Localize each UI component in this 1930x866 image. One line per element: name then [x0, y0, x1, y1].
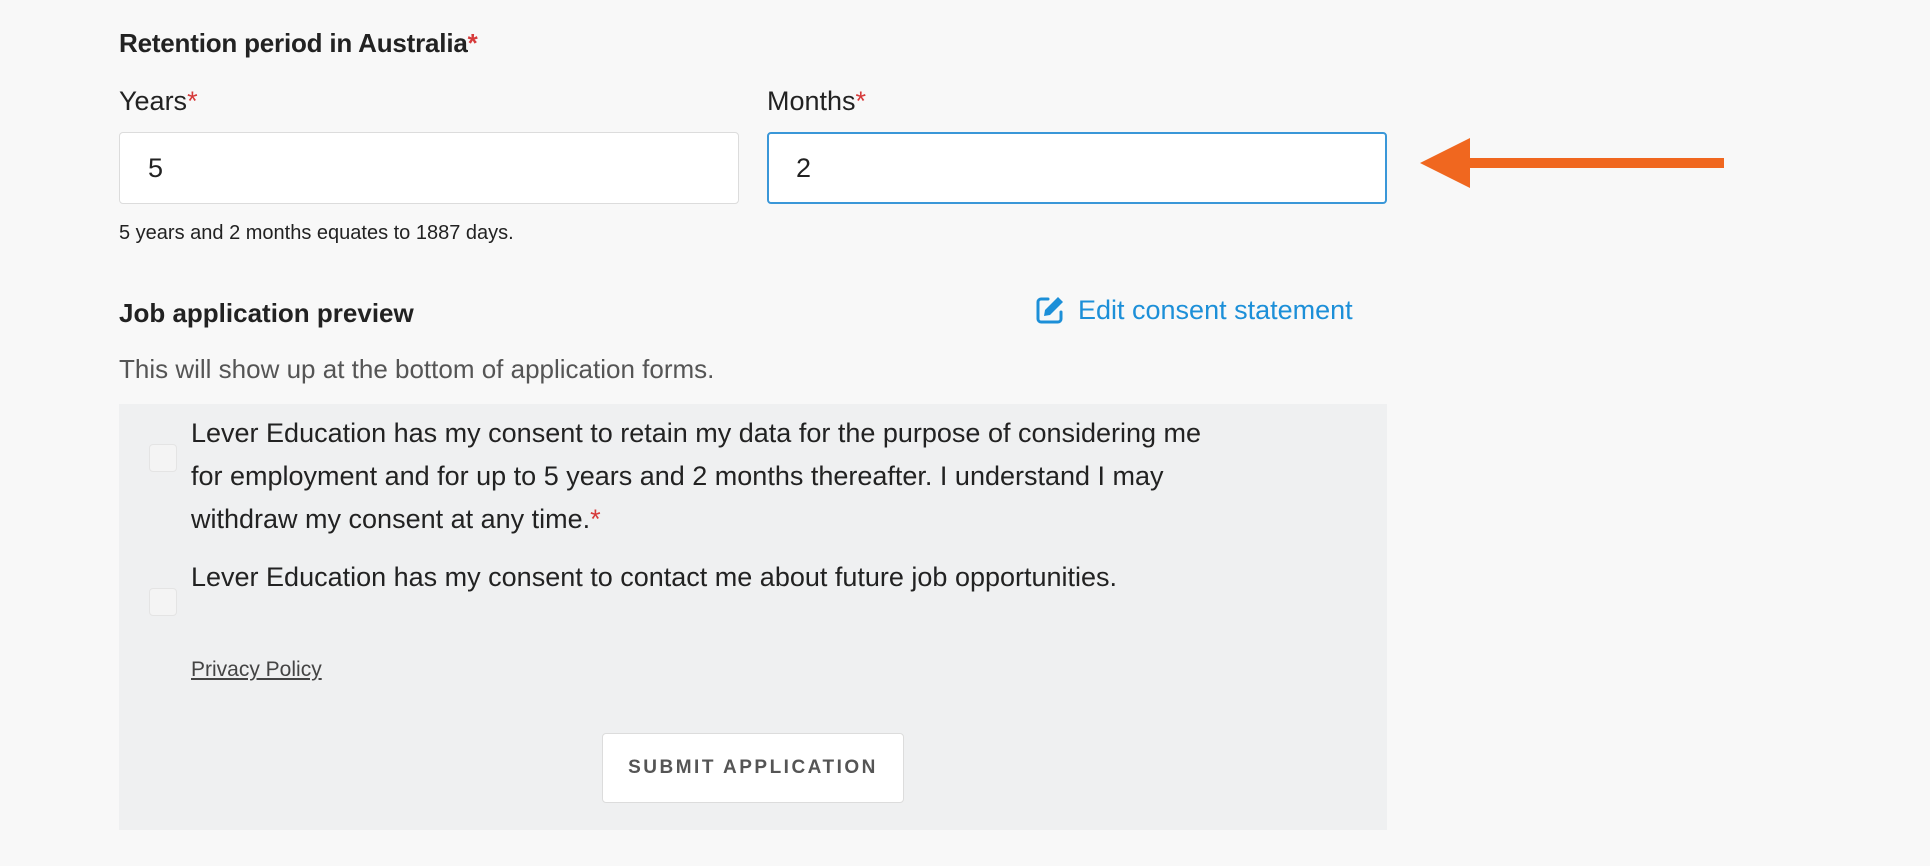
required-asterisk: * [187, 86, 198, 116]
arrow-left-icon [1420, 138, 1724, 188]
consent-text-contact: Lever Education has my consent to contac… [191, 562, 1118, 592]
privacy-policy-link[interactable]: Privacy Policy [191, 658, 322, 682]
preview-subtitle: This will show up at the bottom of appli… [119, 354, 715, 384]
edit-consent-link[interactable]: Edit consent statement [1034, 294, 1353, 326]
edit-icon [1036, 297, 1063, 324]
retention-days-hint: 5 years and 2 months equates to 1887 day… [119, 222, 514, 244]
submit-application-button[interactable]: SUBMIT APPLICATION [602, 733, 904, 803]
months-label: Months* [767, 86, 867, 116]
consent-checkbox-contact[interactable] [149, 588, 177, 616]
required-asterisk: * [590, 504, 601, 534]
retention-title: Retention period in Australia* [119, 28, 478, 58]
required-asterisk: * [467, 28, 478, 58]
years-label: Years* [119, 86, 198, 116]
consent-row-retain-data: Lever Education has my consent to retain… [149, 412, 1231, 541]
application-preview-box: Lever Education has my consent to retain… [119, 404, 1387, 830]
required-asterisk: * [855, 86, 867, 116]
consent-text-retain-data: Lever Education has my consent to retain… [191, 418, 1202, 534]
consent-row-contact: Lever Education has my consent to contac… [149, 556, 1231, 616]
consent-checkbox-retain-data[interactable] [149, 444, 177, 472]
months-input[interactable] [767, 132, 1387, 204]
years-input[interactable] [119, 132, 739, 204]
preview-title: Job application preview [119, 298, 414, 328]
edit-consent-label: Edit consent statement [1078, 294, 1353, 325]
